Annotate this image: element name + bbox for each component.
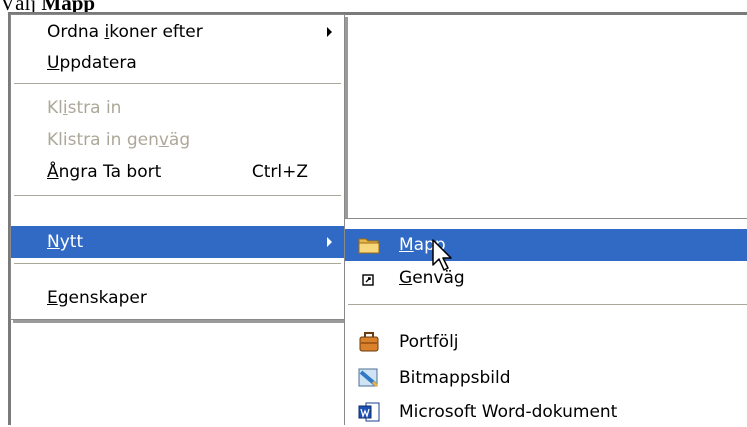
submenu-item-briefcase[interactable]: Portfölj [345,327,747,357]
menu-separator [14,195,341,196]
menu-item-undo-delete[interactable]: Ångra Ta bort Ctrl+Z [11,157,344,187]
access-key: U [47,53,60,73]
menu-item-label: Nytt [47,226,83,258]
menu-item-shortcut: Ctrl+Z [251,162,308,182]
access-key: G [399,268,413,288]
briefcase-icon [359,332,379,352]
word-document-icon [358,402,380,422]
label-text: stra in [67,98,122,118]
menu-separator [14,263,341,264]
menu-item-label: Portfölj [399,332,459,352]
menu-item-paste-shortcut[interactable]: Klistra in genväg [11,125,344,155]
menu-item-refresh[interactable]: Uppdatera [11,48,344,78]
menu-separator [14,83,341,84]
menu-item-label: Microsoft Word-dokument [399,402,618,422]
access-key: E [47,288,58,308]
menu-item-label: Bitmappsbild [399,368,511,388]
submenu-arrow-icon [327,27,332,37]
menu-item-new[interactable]: Nytt [11,226,344,258]
access-key: v [158,130,169,150]
submenu-item-shortcut[interactable]: Genväg [345,263,747,293]
label-text: ngra Ta bort [58,162,162,182]
new-submenu: Mapp Genväg Portfölj Bitmappsbild Micros [344,218,747,425]
folder-icon [358,238,380,254]
bitmap-icon [358,368,379,388]
access-key: N [47,232,60,252]
label-text: ppdatera [59,53,137,73]
menu-item-label: Uppdatera [47,48,137,78]
submenu-item-bitmap[interactable]: Bitmappsbild [345,363,747,393]
menu-item-properties[interactable]: Egenskaper [11,283,344,313]
menu-item-label: Klistra in [47,93,121,123]
shortcut-icon [362,274,374,286]
submenu-arrow-icon [327,237,332,247]
label-text: Klistra in gen [47,130,159,150]
menu-item-paste[interactable]: Klistra in [11,93,344,123]
label-text: genskaper [57,288,147,308]
label-text: äg [168,130,191,150]
access-key: M [399,235,414,255]
submenu-item-folder[interactable]: Mapp [345,229,747,261]
submenu-item-word-document[interactable]: Microsoft Word-dokument [345,397,747,427]
menu-item-label: Ångra Ta bort [47,157,161,187]
menu-item-label: Ordna ikoner efter [47,17,203,47]
menu-item-arrange-icons[interactable]: Ordna ikoner efter [11,17,344,47]
menu-separator [348,304,747,305]
access-key: Å [47,162,59,182]
label-text: koner efter [109,22,203,42]
mouse-pointer-icon [432,239,452,271]
label-text: ytt [59,232,84,252]
menu-item-label: Klistra in genväg [47,125,190,155]
menu-item-label: Egenskaper [47,283,147,313]
label-text: Kl [47,98,63,118]
label-text: Ordna [47,22,105,42]
desktop-context-menu: Ordna ikoner efter Uppdatera Klistra in … [10,14,345,320]
